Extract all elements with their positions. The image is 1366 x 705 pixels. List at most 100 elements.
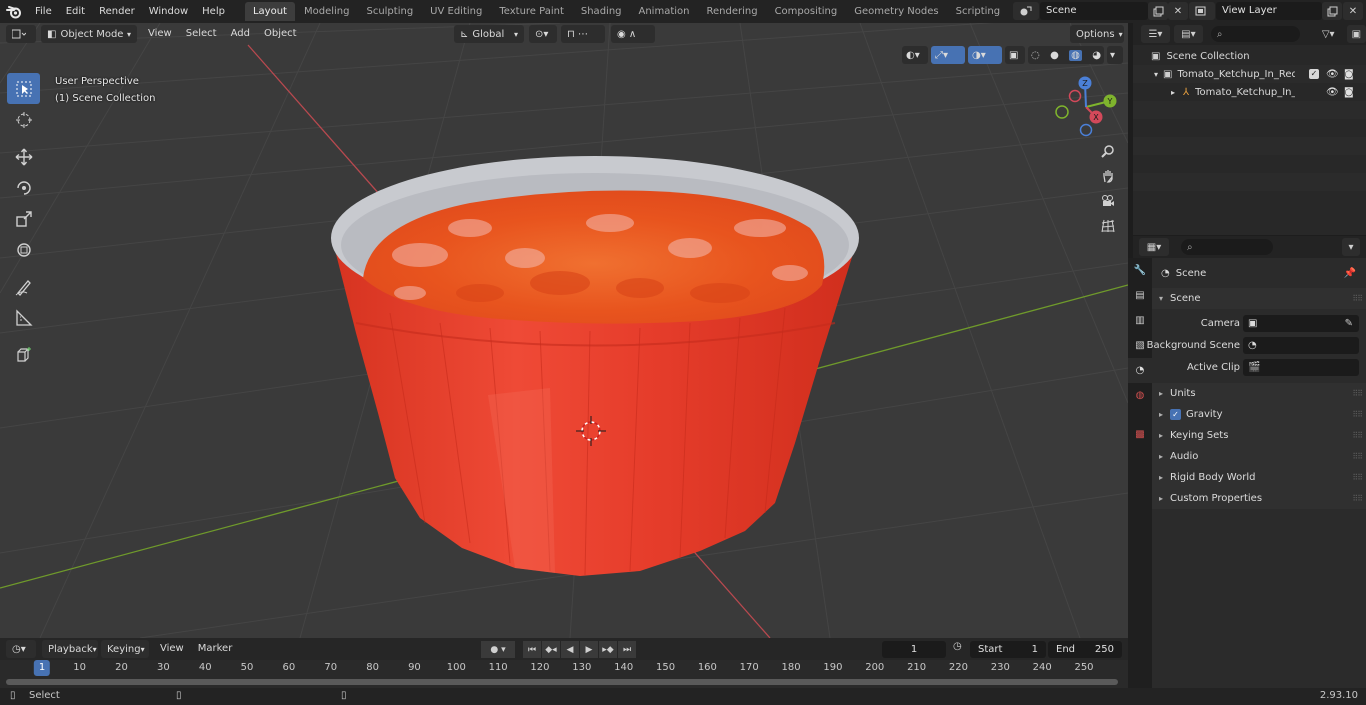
tab-geometry-nodes[interactable]: Geometry Nodes	[846, 2, 946, 21]
rendered-shading-icon[interactable]: ◕	[1092, 50, 1101, 61]
drag-handle-icon[interactable]: ⠿⠿	[1352, 294, 1363, 303]
select-box-tool-icon[interactable]	[7, 73, 40, 104]
eyedropper-icon[interactable]: ✎	[1345, 318, 1353, 329]
gravity-checkbox[interactable]: ✓	[1170, 409, 1181, 420]
drag-handle-icon[interactable]: ⠿⠿	[1352, 473, 1363, 482]
drag-handle-icon[interactable]: ⠿⠿	[1352, 431, 1363, 440]
tab-sculpting[interactable]: Sculpting	[358, 2, 421, 21]
outliner-editor-type-icon[interactable]: ☰▾	[1141, 25, 1170, 43]
visibility-eye-icon[interactable]: 👁	[1326, 87, 1339, 98]
menu-render[interactable]: Render	[92, 0, 142, 23]
xray-toggle-icon[interactable]: ▣	[1005, 46, 1025, 64]
menu-file[interactable]: File	[28, 0, 59, 23]
world-tab-icon[interactable]: ◍	[1128, 383, 1152, 408]
move-tool-icon[interactable]	[7, 141, 40, 172]
tab-rendering[interactable]: Rendering	[698, 2, 765, 21]
tab-layout[interactable]: Layout	[244, 2, 295, 21]
editor-type-icon[interactable]	[6, 25, 36, 43]
active-clip-field[interactable]: 🎬	[1243, 358, 1359, 376]
menu-edit[interactable]: Edit	[59, 0, 92, 23]
tab-uv-editing[interactable]: UV Editing	[422, 2, 490, 21]
new-collection-icon[interactable]: ▣	[1346, 25, 1366, 43]
drag-handle-icon[interactable]: ⠿⠿	[1352, 410, 1363, 419]
camera-field[interactable]: ▣ ✎	[1243, 314, 1359, 332]
background-scene-field[interactable]: ◔	[1243, 336, 1359, 354]
properties-options-icon[interactable]: ▾	[1342, 238, 1360, 256]
drag-handle-icon[interactable]: ⠿⠿	[1352, 452, 1363, 461]
drag-handle-icon[interactable]: ⠿⠿	[1352, 389, 1363, 398]
scene-browse-icon[interactable]	[1013, 2, 1039, 20]
visibility-icon[interactable]: ◐▾	[902, 46, 928, 64]
new-view-layer-icon[interactable]	[1322, 2, 1342, 20]
outliner-row-object[interactable]: ▸ ⅄ Tomato_Ketchup_In_Red_ 👁 ◙	[1133, 83, 1366, 101]
audio-panel[interactable]: ▸ Audio ⠿⠿	[1152, 446, 1366, 467]
outliner-row-collection[interactable]: ▾ ▣ Tomato_Ketchup_In_Red_Grav ✓ 👁 ◙	[1133, 65, 1366, 83]
render-camera-icon[interactable]: ◙	[1344, 87, 1354, 98]
tab-compositing[interactable]: Compositing	[767, 2, 846, 21]
custom-properties-panel[interactable]: ▸ Custom Properties ⠿⠿	[1152, 488, 1366, 509]
display-mode-icon[interactable]: ▤▾	[1173, 25, 1203, 43]
viewport-menu-object[interactable]: Object	[257, 25, 304, 43]
outliner-search-input[interactable]: ⌕	[1210, 26, 1300, 42]
solid-shading-icon[interactable]: ●	[1050, 50, 1059, 61]
measure-tool-icon[interactable]	[7, 302, 40, 333]
3d-viewport[interactable]: ◧ Object Mode ▾ View Select Add Object ⊾…	[0, 23, 1128, 638]
outliner-row-scene-collection[interactable]: ▣ Scene Collection	[1133, 47, 1366, 65]
view-layer-name-field[interactable]: View Layer	[1216, 2, 1322, 20]
render-camera-icon[interactable]: ◙	[1344, 69, 1354, 80]
viewport-menu-view[interactable]: View	[141, 25, 179, 43]
rotate-tool-icon[interactable]	[7, 172, 40, 203]
shading-options-icon[interactable]: ▾	[1107, 46, 1123, 64]
timeline-scrollbar[interactable]	[6, 679, 1118, 685]
scale-tool-icon[interactable]	[7, 203, 40, 234]
rigid-body-world-panel[interactable]: ▸ Rigid Body World ⠿⠿	[1152, 467, 1366, 488]
new-scene-icon[interactable]	[1148, 2, 1168, 20]
transform-orientation-dropdown[interactable]: ⊾ Global ▾	[454, 25, 524, 43]
delete-view-layer-icon[interactable]: ✕	[1343, 2, 1363, 20]
texture-tab-icon[interactable]: ▩	[1128, 422, 1152, 447]
filter-icon[interactable]: ▽▾	[1314, 25, 1343, 43]
pin-icon[interactable]: 📌	[1344, 268, 1356, 279]
tab-texture-paint[interactable]: Texture Paint	[491, 2, 572, 21]
pan-view-icon[interactable]	[1097, 165, 1119, 187]
expand-arrow-icon[interactable]: ▾	[1154, 70, 1158, 79]
viewport-menu-select[interactable]: Select	[179, 25, 224, 43]
view-layer-browse-icon[interactable]	[1189, 2, 1215, 20]
menu-window[interactable]: Window	[142, 0, 195, 23]
expand-arrow-icon[interactable]: ▸	[1171, 88, 1175, 97]
gravity-panel[interactable]: ▸ ✓ Gravity ⠿⠿	[1152, 404, 1366, 425]
annotate-tool-icon[interactable]	[7, 271, 40, 302]
properties-search-input[interactable]: ⌕	[1181, 239, 1273, 255]
blender-logo-icon[interactable]	[0, 0, 28, 23]
snapping-icon[interactable]: ⊓ ⋯	[561, 25, 605, 43]
delete-scene-icon[interactable]: ✕	[1168, 2, 1188, 20]
tab-animation[interactable]: Animation	[631, 2, 698, 21]
transform-tool-icon[interactable]	[7, 234, 40, 265]
units-panel[interactable]: ▸ Units ⠿⠿	[1152, 383, 1366, 404]
tab-shading[interactable]: Shading	[573, 2, 630, 21]
viewport-menu-add[interactable]: Add	[224, 25, 257, 43]
properties-editor-type-icon[interactable]: ▦▾	[1139, 238, 1169, 256]
material-shading-icon[interactable]: ◍	[1069, 49, 1082, 61]
camera-view-icon[interactable]	[1097, 190, 1119, 212]
overlay-toggle-icon[interactable]: ◑▾	[968, 46, 1002, 64]
orthographic-toggle-icon[interactable]	[1097, 215, 1119, 237]
menu-help[interactable]: Help	[195, 0, 232, 23]
render-tab-icon[interactable]: ▤	[1128, 283, 1152, 308]
wireframe-shading-icon[interactable]: ◌	[1031, 50, 1040, 61]
tab-scripting[interactable]: Scripting	[948, 2, 1008, 21]
object-mode-dropdown[interactable]: ◧ Object Mode ▾	[41, 25, 137, 43]
zoom-view-icon[interactable]	[1097, 140, 1119, 162]
tab-modeling[interactable]: Modeling	[296, 2, 358, 21]
add-cube-tool-icon[interactable]	[7, 339, 40, 370]
tool-tab-icon[interactable]: 🔧	[1128, 258, 1152, 283]
scene-section-header[interactable]: ▾ Scene ⠿⠿	[1152, 288, 1366, 309]
gizmo-toggle-icon[interactable]: ⤢▾	[931, 46, 965, 64]
cursor-tool-icon[interactable]	[7, 104, 40, 135]
pivot-point-icon[interactable]: ⊙▾	[529, 25, 557, 43]
scene-tab-icon[interactable]: ◔	[1128, 358, 1152, 383]
proportional-editing-icon[interactable]: ◉ ∧	[611, 25, 655, 43]
output-tab-icon[interactable]: ▥	[1128, 308, 1152, 333]
keying-sets-panel[interactable]: ▸ Keying Sets ⠿⠿	[1152, 425, 1366, 446]
drag-handle-icon[interactable]: ⠿⠿	[1352, 494, 1363, 503]
